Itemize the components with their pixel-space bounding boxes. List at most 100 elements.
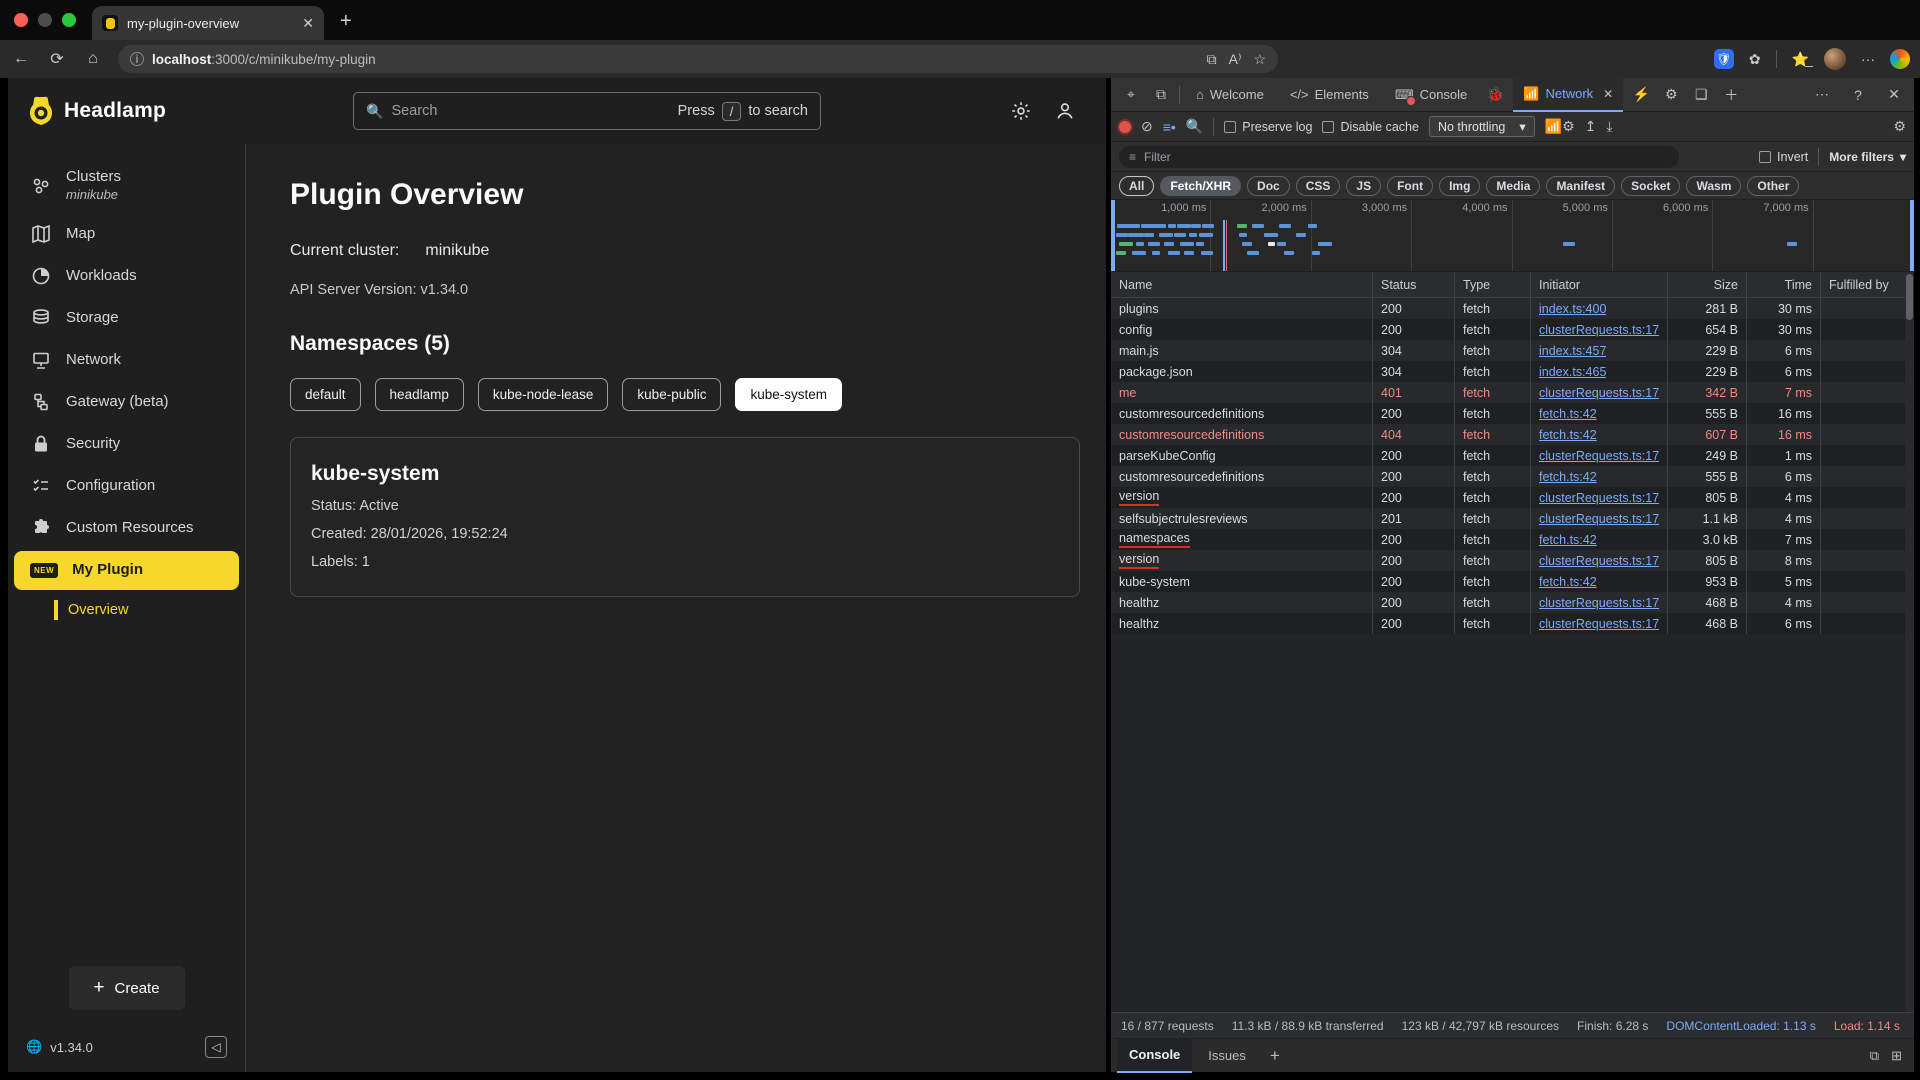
type-filter-js[interactable]: JS	[1346, 176, 1381, 196]
column-header-type[interactable]: Type	[1455, 272, 1531, 297]
type-filter-all[interactable]: All	[1119, 176, 1154, 196]
type-filter-manifest[interactable]: Manifest	[1546, 176, 1615, 196]
tab-close-icon[interactable]: ✕	[302, 15, 314, 32]
throttling-select[interactable]: No throttling▾	[1429, 116, 1535, 137]
favorite-star-icon[interactable]: ☆	[1253, 51, 1266, 68]
sidebar-item-custom-resources[interactable]: Custom Resources	[8, 507, 245, 549]
add-tool-icon[interactable]: ＋	[1719, 85, 1743, 105]
namespace-chip-default[interactable]: default	[290, 378, 361, 411]
extensions-icon[interactable]: ✿	[1749, 51, 1761, 68]
type-filter-doc[interactable]: Doc	[1247, 176, 1290, 196]
settings-gear-icon[interactable]	[1010, 100, 1032, 122]
column-header-name[interactable]: Name	[1111, 272, 1373, 297]
timeline-left-handle[interactable]	[1111, 200, 1115, 271]
type-filter-font[interactable]: Font	[1387, 176, 1433, 196]
devtools-more-icon[interactable]: ⋯	[1810, 86, 1834, 103]
type-filter-img[interactable]: Img	[1439, 176, 1480, 196]
tab-network[interactable]: 📶Network✕	[1513, 78, 1623, 112]
headlamp-logo[interactable]: Headlamp	[28, 96, 253, 126]
collapse-sidebar-button[interactable]: ◁	[205, 1036, 227, 1058]
request-row[interactable]: package.json304fetchindex.ts:465229 B6 m…	[1111, 361, 1914, 382]
close-network-tab-icon[interactable]: ✕	[1603, 87, 1613, 101]
request-row[interactable]: version200fetchclusterRequests.ts:172805…	[1111, 487, 1914, 508]
initiator-link[interactable]: clusterRequests.ts:172	[1539, 554, 1659, 568]
column-header-status[interactable]: Status	[1373, 272, 1455, 297]
initiator-link[interactable]: clusterRequests.ts:172	[1539, 596, 1659, 610]
filter-input[interactable]: ≡ Filter	[1119, 146, 1679, 168]
home-icon[interactable]: ⌂	[82, 50, 104, 68]
copilot-icon[interactable]	[1890, 49, 1910, 69]
namespace-chip-kube-node-lease[interactable]: kube-node-lease	[478, 378, 609, 411]
preserve-log-checkbox[interactable]: Preserve log	[1224, 120, 1312, 134]
request-row[interactable]: me401fetchclusterRequests.ts:172342 B7 m…	[1111, 382, 1914, 403]
initiator-link[interactable]: fetch.ts:42	[1539, 470, 1597, 484]
table-scrollbar-thumb[interactable]	[1906, 274, 1913, 320]
request-row[interactable]: kube-system200fetchfetch.ts:42953 B5 ms	[1111, 571, 1914, 592]
request-row[interactable]: healthz200fetchclusterRequests.ts:172468…	[1111, 592, 1914, 613]
request-row[interactable]: config200fetchclusterRequests.ts:172654 …	[1111, 319, 1914, 340]
request-row[interactable]: parseKubeConfig200fetchclusterRequests.t…	[1111, 445, 1914, 466]
zoom-window-button[interactable]	[62, 13, 76, 27]
initiator-link[interactable]: fetch.ts:42	[1539, 407, 1597, 421]
column-header-size[interactable]: Size	[1668, 272, 1747, 297]
sidebar-item-network[interactable]: Network	[8, 339, 245, 381]
network-overview-timeline[interactable]: 1,000 ms2,000 ms3,000 ms4,000 ms5,000 ms…	[1111, 200, 1914, 272]
initiator-link[interactable]: clusterRequests.ts:172	[1539, 323, 1659, 337]
sidebar-item-configuration[interactable]: Configuration	[8, 465, 245, 507]
clear-icon[interactable]: ⊘	[1141, 118, 1153, 135]
sidebar-item-clusters[interactable]: Clustersminikube	[8, 158, 245, 213]
browser-tab[interactable]: my-plugin-overview ✕	[92, 6, 324, 40]
namespace-chip-kube-system[interactable]: kube-system	[735, 378, 842, 411]
request-row[interactable]: version200fetchclusterRequests.ts:172805…	[1111, 550, 1914, 571]
request-row[interactable]: customresourcedefinitions404fetchfetch.t…	[1111, 424, 1914, 445]
initiator-link[interactable]: index.ts:400	[1539, 302, 1606, 316]
initiator-link[interactable]: clusterRequests.ts:172	[1539, 386, 1659, 400]
bitwarden-extension-icon[interactable]: 🛡	[1714, 49, 1734, 69]
request-row[interactable]: main.js304fetchindex.ts:457229 B6 ms	[1111, 340, 1914, 361]
sidebar-subitem-overview[interactable]: Overview	[8, 592, 245, 628]
initiator-link[interactable]: clusterRequests.ts:172	[1539, 491, 1659, 505]
network-search-icon[interactable]: 🔍	[1186, 118, 1203, 135]
drawer-dock-icon[interactable]: ⧉	[1870, 1048, 1879, 1064]
site-info-icon[interactable]: i	[130, 52, 144, 66]
read-aloud-icon[interactable]: A⁾	[1229, 51, 1242, 68]
network-settings-gear-icon[interactable]: ⚙	[1893, 118, 1906, 135]
namespace-chip-kube-public[interactable]: kube-public	[622, 378, 721, 411]
collections-icon[interactable]: ⭐̲	[1792, 51, 1809, 68]
address-bar[interactable]: i localhost:3000/c/minikube/my-plugin ⧉ …	[118, 45, 1278, 73]
sidebar-item-security[interactable]: Security	[8, 423, 245, 465]
devtools-settings-gear-icon[interactable]: ⚙	[1659, 86, 1683, 103]
disable-cache-checkbox[interactable]: Disable cache	[1322, 120, 1419, 134]
activity-icon[interactable]: ⚡	[1629, 86, 1653, 103]
initiator-link[interactable]: clusterRequests.ts:172	[1539, 512, 1659, 526]
request-row[interactable]: customresourcedefinitions200fetchfetch.t…	[1111, 466, 1914, 487]
profile-avatar[interactable]	[1824, 48, 1846, 70]
request-row[interactable]: selfsubjectrulesreviews201fetchclusterRe…	[1111, 508, 1914, 529]
new-tab-button[interactable]: +	[340, 10, 352, 33]
sidebar-item-gateway-beta[interactable]: Gateway (beta)	[8, 381, 245, 423]
reload-icon[interactable]: ⟳	[46, 49, 68, 69]
timeline-right-handle[interactable]	[1910, 200, 1914, 271]
initiator-link[interactable]: fetch.ts:42	[1539, 575, 1597, 589]
column-header-fulfilled-by[interactable]: Fulfilled by	[1821, 272, 1914, 297]
type-filter-fetch-xhr[interactable]: Fetch/XHR	[1160, 176, 1241, 196]
user-account-icon[interactable]	[1054, 100, 1076, 122]
table-scrollbar[interactable]	[1905, 272, 1914, 1012]
close-window-button[interactable]	[14, 13, 28, 27]
split-screen-icon[interactable]: ⧉	[1207, 51, 1217, 68]
debugger-bug-icon[interactable]: 🐞	[1483, 86, 1507, 103]
more-filters-button[interactable]: More filters▾	[1829, 150, 1906, 164]
create-button[interactable]: +Create	[69, 966, 185, 1010]
column-header-time[interactable]: Time	[1747, 272, 1821, 297]
record-icon[interactable]	[1119, 121, 1131, 133]
sidebar-item-my-plugin[interactable]: NEWMy Plugin	[14, 551, 239, 590]
devtools-help-icon[interactable]: ?	[1846, 87, 1870, 103]
browser-menu-icon[interactable]: ···	[1861, 51, 1875, 67]
initiator-link[interactable]: fetch.ts:42	[1539, 533, 1597, 547]
dock-side-icon[interactable]: ❏	[1689, 86, 1713, 103]
initiator-link[interactable]: fetch.ts:42	[1539, 428, 1597, 442]
drawer-tab-console[interactable]: Console	[1117, 1039, 1192, 1073]
filter-toggle-icon[interactable]: ≡•	[1163, 119, 1176, 135]
request-row[interactable]: namespaces200fetchfetch.ts:423.0 kB7 ms	[1111, 529, 1914, 550]
type-filter-css[interactable]: CSS	[1296, 176, 1341, 196]
